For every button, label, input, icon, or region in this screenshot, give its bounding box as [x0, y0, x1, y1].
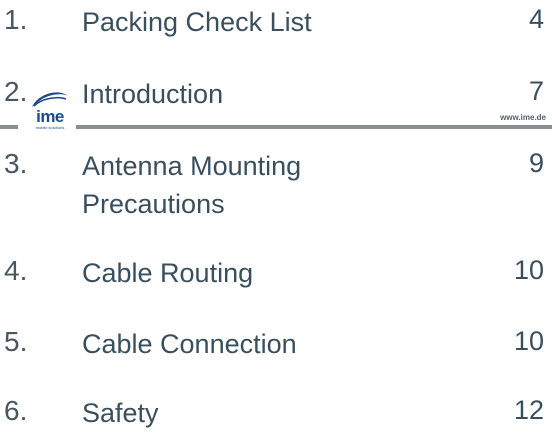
toc-page: 7: [528, 76, 544, 106]
table-of-contents: 1. Packing Check List 4 2. Introduction …: [0, 0, 552, 433]
toc-number: 2.: [4, 76, 28, 107]
logo-text: ime: [36, 107, 64, 126]
logo-tagline: mobile solutions: [35, 125, 65, 130]
toc-number: 3.: [4, 148, 28, 179]
toc-number: 6.: [4, 395, 28, 426]
toc-number: 4.: [4, 255, 28, 286]
toc-title: Packing Check List: [82, 7, 312, 37]
toc-page: 9: [528, 148, 544, 178]
header-rule: [76, 125, 552, 129]
toc-page: 10: [513, 255, 544, 285]
toc-title: Safety: [82, 398, 159, 428]
toc-page: 10: [513, 326, 544, 356]
toc-title-line-1: Antenna Mounting: [82, 151, 302, 181]
toc-number: 1.: [4, 4, 28, 35]
toc-page: 4: [528, 4, 544, 34]
ime-logo: ime mobile solutions: [26, 90, 74, 132]
toc-title: Introduction: [82, 79, 224, 109]
toc-title-line-2: Precautions: [82, 189, 225, 219]
toc-title: Cable Connection: [82, 329, 297, 359]
toc-title: Cable Routing: [82, 258, 254, 288]
toc-page: 12: [513, 395, 544, 425]
toc-number: 5.: [4, 326, 28, 357]
website-url: www.ime.de: [500, 113, 546, 122]
header-rule-left: [0, 125, 18, 129]
